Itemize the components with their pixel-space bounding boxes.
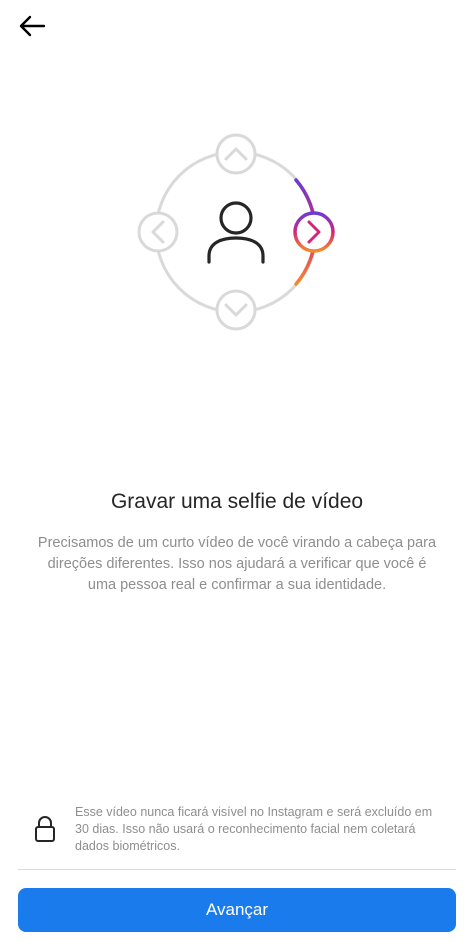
next-button[interactable]: Avançar bbox=[18, 888, 456, 932]
back-button[interactable] bbox=[12, 10, 52, 42]
person-icon bbox=[207, 201, 265, 264]
chevron-down-icon bbox=[215, 289, 257, 331]
head-turn-illustration bbox=[137, 133, 335, 331]
chevron-left-icon bbox=[137, 211, 179, 253]
arrow-left-icon bbox=[19, 15, 46, 37]
lock-icon bbox=[35, 816, 55, 842]
privacy-notice: Esse vídeo nunca ficará visível no Insta… bbox=[34, 804, 434, 854]
page-description: Precisamos de um curto vídeo de você vir… bbox=[37, 535, 437, 593]
privacy-text: Esse vídeo nunca ficará visível no Insta… bbox=[75, 805, 433, 853]
chevron-right-icon bbox=[293, 211, 335, 253]
page-title: Gravar uma selfie de vídeo bbox=[110, 490, 364, 513]
chevron-up-icon bbox=[215, 133, 257, 175]
divider bbox=[18, 869, 456, 870]
